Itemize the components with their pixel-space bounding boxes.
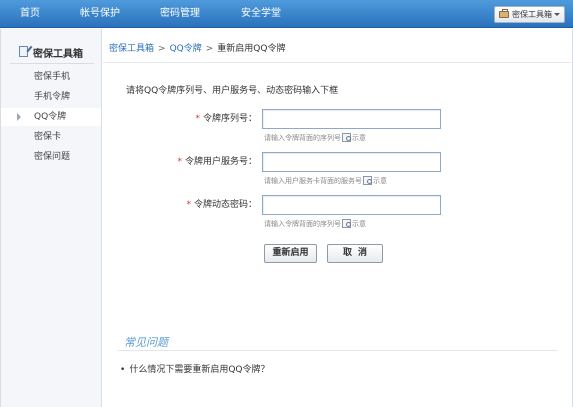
sidebar-item-qq-token[interactable]: QQ令牌 <box>34 110 66 124</box>
faq-title: 常见问题 <box>124 336 168 349</box>
notepad-icon <box>19 46 28 57</box>
sidebar-divider <box>10 63 94 64</box>
form-instruction: 请将QQ令牌序列号、用户服务号、动态密码输入下框 <box>126 86 339 96</box>
faq-item[interactable]: • 什么情况下需要重新启用QQ令牌？ <box>120 362 269 375</box>
breadcrumb: 密保工具箱 > QQ令牌 > 重新启用QQ令牌 <box>109 42 285 56</box>
user-service-number-label-text: 令牌用户服务号： <box>184 157 257 167</box>
sample-image-icon[interactable] <box>342 219 351 228</box>
cancel-button[interactable]: 取消 <box>327 244 383 263</box>
breadcrumb-separator: > <box>205 44 214 54</box>
token-serial-hint-text: 请输入令牌背面的序列号 <box>264 134 341 142</box>
dynamic-password-label: * 令牌动态密码： <box>186 198 257 212</box>
content-divider <box>103 62 571 63</box>
top-nav-bar: 首页 帐号保护 密码管理 安全学堂 密保工具箱 <box>0 0 573 28</box>
dynamic-password-label-text: 令牌动态密码： <box>193 200 257 210</box>
sidebar-title-label: 密保工具箱 <box>33 49 83 60</box>
required-mark: * <box>177 157 182 167</box>
nav-account-protection[interactable]: 帐号保护 <box>80 0 120 28</box>
dynamic-password-hint: 请输入令牌背面的序列号 示意 <box>264 219 366 230</box>
required-mark: * <box>195 114 200 124</box>
token-serial-input[interactable] <box>262 109 441 129</box>
faq-divider <box>118 350 558 351</box>
user-service-number-example-link[interactable]: 示意 <box>373 177 387 185</box>
required-mark: * <box>186 200 191 210</box>
toolbox-dropdown-button[interactable]: 密保工具箱 <box>494 6 565 23</box>
dynamic-password-example-link[interactable]: 示意 <box>352 220 366 228</box>
sidebar-item-mobile-token[interactable]: 手机令牌 <box>34 90 70 104</box>
token-serial-label: * 令牌序列号： <box>195 112 257 126</box>
token-serial-label-text: 令牌序列号： <box>202 114 257 124</box>
dynamic-password-input[interactable] <box>262 195 441 215</box>
sample-image-icon[interactable] <box>363 176 372 185</box>
user-service-number-input[interactable] <box>262 152 441 172</box>
sample-image-icon[interactable] <box>342 133 351 142</box>
breadcrumb-toolbox-link[interactable]: 密保工具箱 <box>109 44 154 54</box>
sidebar-item-security-card[interactable]: 密保卡 <box>34 130 61 144</box>
nav-password-management[interactable]: 密码管理 <box>160 0 200 28</box>
user-service-number-label: * 令牌用户服务号： <box>177 155 257 169</box>
sidebar-title: 密保工具箱 <box>17 45 83 60</box>
toolbox-button-label: 密保工具箱 <box>512 10 552 19</box>
user-service-number-hint: 请输入用户服务卡背面的服务号 示意 <box>264 176 387 187</box>
bullet-icon: • <box>120 365 126 375</box>
breadcrumb-qq-token-link[interactable]: QQ令牌 <box>170 44 202 54</box>
token-serial-hint: 请输入令牌背面的序列号 示意 <box>264 133 366 144</box>
reenable-button[interactable]: 重新启用 <box>264 244 317 263</box>
token-serial-example-link[interactable]: 示意 <box>352 134 366 142</box>
sidebar <box>1 29 102 407</box>
chevron-down-icon <box>554 13 560 16</box>
nav-home[interactable]: 首页 <box>20 0 40 28</box>
breadcrumb-current: 重新启用QQ令牌 <box>217 44 286 54</box>
sidebar-item-security-phone[interactable]: 密保手机 <box>34 70 70 84</box>
toolbox-icon <box>499 9 509 18</box>
breadcrumb-separator: > <box>158 44 166 54</box>
sidebar-item-security-question[interactable]: 密保问题 <box>34 150 70 164</box>
nav-security-school[interactable]: 安全学堂 <box>241 0 281 28</box>
faq-item-text[interactable]: 什么情况下需要重新启用QQ令牌？ <box>129 365 269 375</box>
user-service-number-hint-text: 请输入用户服务卡背面的服务号 <box>264 177 362 185</box>
active-arrow-icon <box>17 113 21 121</box>
dynamic-password-hint-text: 请输入令牌背面的序列号 <box>264 220 341 228</box>
